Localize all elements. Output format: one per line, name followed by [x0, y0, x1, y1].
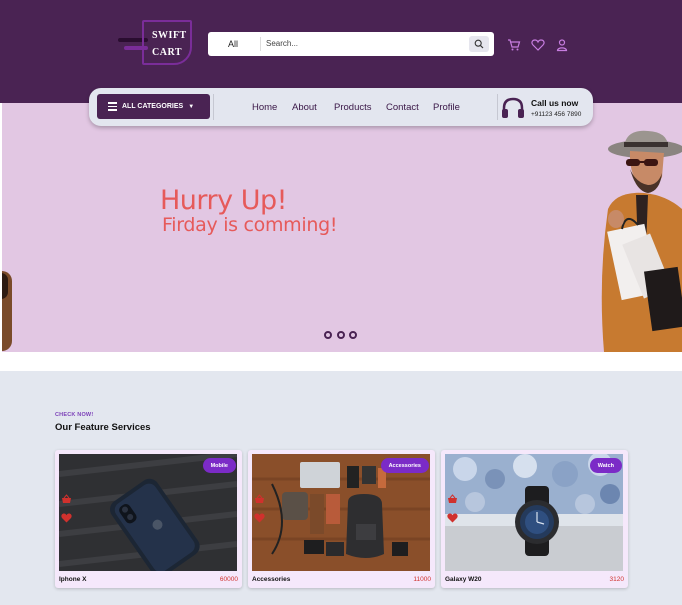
nav-divider: [497, 94, 498, 120]
menu-icon: [108, 100, 117, 113]
product-name: Galaxy W20: [445, 576, 482, 583]
nav-link-about[interactable]: About: [292, 102, 317, 113]
hero-banner: Hurry Up! Firday is comming!: [0, 103, 682, 352]
product-price: 60000: [219, 576, 238, 583]
navigation-bar: ALL CATEGORIES ▼ Home About Products Con…: [89, 88, 593, 126]
cart-icon[interactable]: [507, 38, 521, 52]
headphone-icon: [502, 97, 524, 118]
carousel-dot[interactable]: [349, 331, 357, 339]
product-name: Iphone X: [59, 576, 87, 583]
nav-link-home[interactable]: Home: [252, 102, 277, 113]
category-tag: Mobile: [202, 458, 236, 473]
basket-icon[interactable]: [61, 494, 72, 504]
nav-link-products[interactable]: Products: [334, 102, 372, 113]
category-tag: Watch: [589, 458, 622, 473]
heart-icon[interactable]: [61, 513, 72, 523]
all-categories-label: ALL CATEGORIES: [122, 103, 184, 110]
nav-link-profile[interactable]: Profile: [433, 102, 460, 113]
user-icon[interactable]: [555, 38, 569, 52]
all-categories-button[interactable]: ALL CATEGORIES ▼: [97, 94, 210, 119]
carousel-dot[interactable]: [337, 331, 345, 339]
heart-icon[interactable]: [447, 513, 458, 523]
product-price: 3120: [609, 576, 624, 583]
search-input[interactable]: Search...: [266, 39, 298, 48]
product-card-watch[interactable]: Watch Galaxy W20 3120: [441, 450, 628, 588]
section-eyebrow: CHECK NOW!: [55, 412, 94, 418]
product-price: 11000: [413, 576, 431, 583]
hero-left-edge: [0, 103, 2, 352]
hero-subtitle: Firday is comming!: [162, 214, 338, 236]
call-us-title: Call us now: [531, 98, 579, 108]
search-icon: [474, 39, 484, 49]
basket-icon[interactable]: [254, 494, 265, 504]
logo-text-line1: SWIFT: [152, 30, 187, 41]
hero-model-image: [601, 130, 682, 352]
chevron-down-icon: ▼: [188, 103, 195, 110]
search-category-select[interactable]: All: [228, 39, 238, 49]
search-button[interactable]: [469, 36, 489, 52]
section-title: Our Feature Services: [55, 422, 151, 433]
product-card-accessories[interactable]: Accessories Accessories 11000: [248, 450, 435, 588]
heart-icon[interactable]: [531, 38, 545, 52]
category-tag: Accessories: [380, 458, 429, 473]
logo-text-line2: CART: [152, 47, 182, 58]
search-divider: [260, 37, 261, 51]
call-us-phone[interactable]: +91123 456 7890: [531, 111, 581, 118]
section-spacer: [0, 352, 682, 371]
hero-title: Hurry Up!: [160, 185, 287, 216]
search-bar: All Search...: [208, 32, 494, 56]
nav-divider: [213, 94, 214, 120]
nav-link-contact[interactable]: Contact: [386, 102, 419, 113]
logo[interactable]: SWIFT CART: [116, 20, 194, 68]
product-name: Accessories: [252, 576, 291, 583]
heart-icon[interactable]: [254, 513, 265, 523]
carousel-dot[interactable]: [324, 331, 332, 339]
basket-icon[interactable]: [447, 494, 458, 504]
product-card-iphone[interactable]: Mobile Iphone X 60000: [55, 450, 242, 588]
logo-badge: [142, 20, 192, 65]
